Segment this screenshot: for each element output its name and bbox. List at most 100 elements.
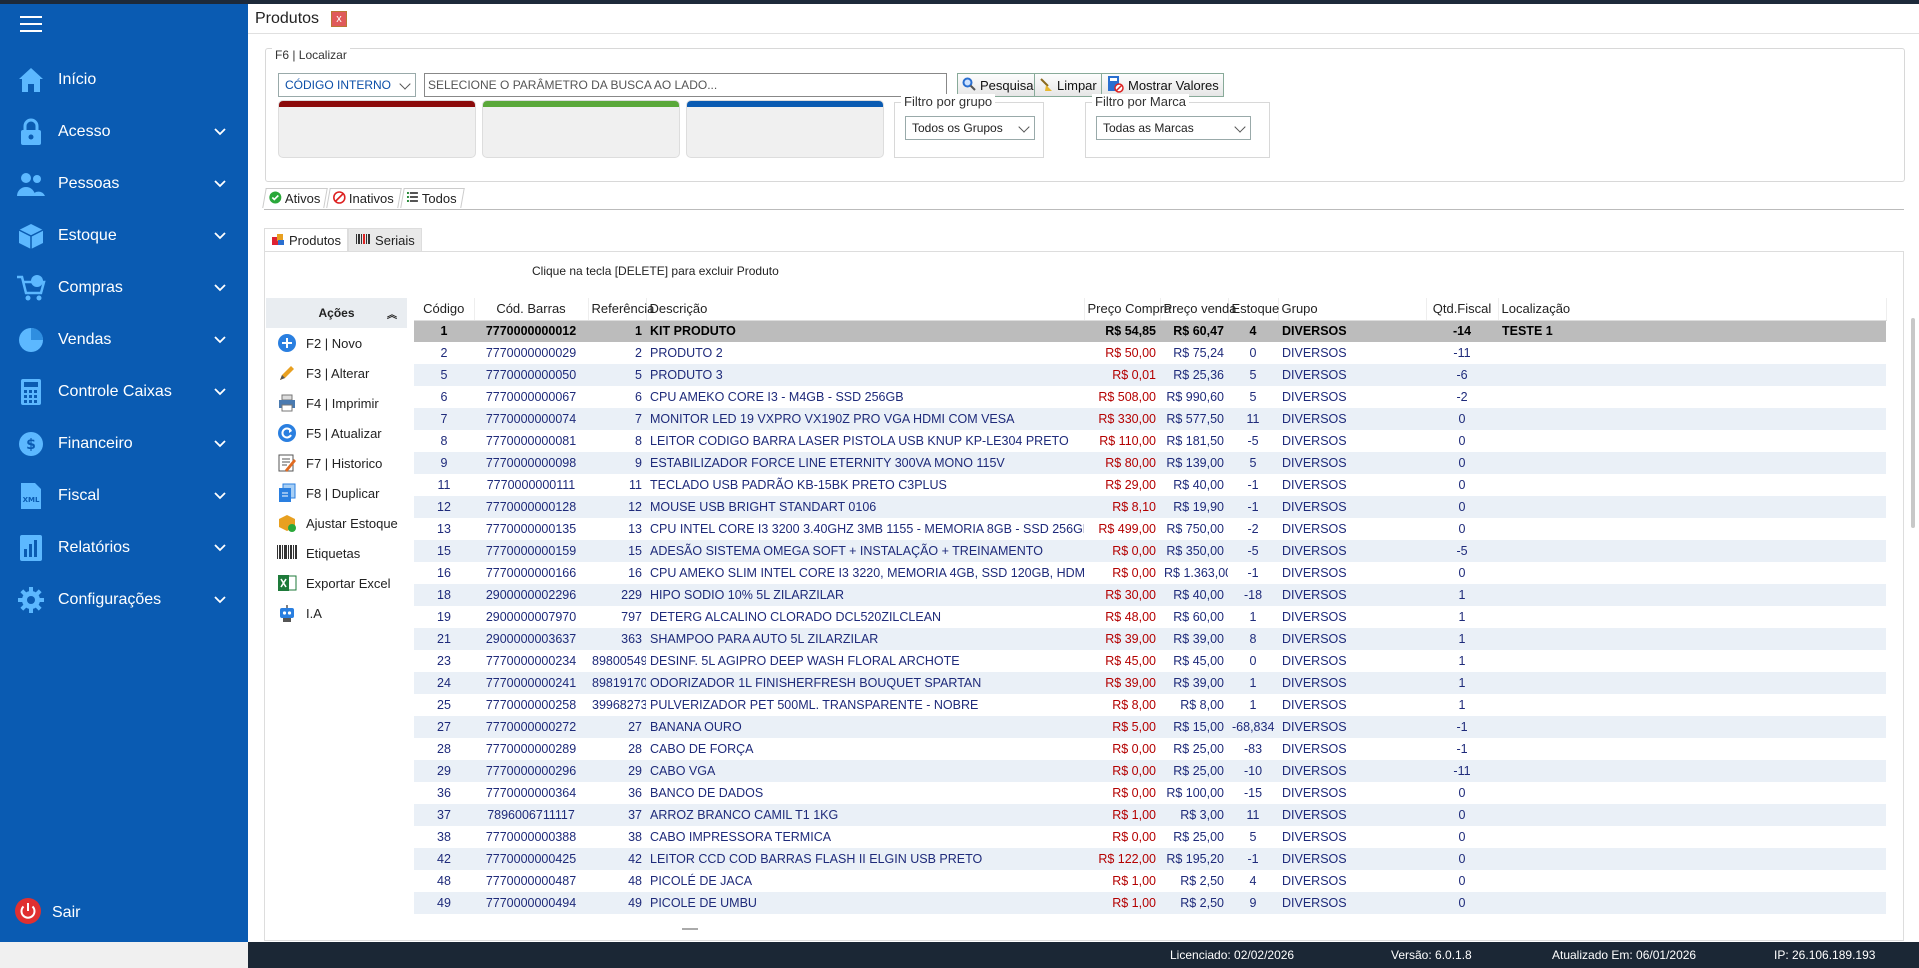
- horizontal-scrollbar[interactable]: [682, 928, 698, 930]
- table-row[interactable]: 18 2900000002296 229 HIPO SODIO 10% 5L ZILA…: [414, 584, 1886, 606]
- action-robot[interactable]: I.A: [266, 598, 407, 628]
- tab-ativos[interactable]: Ativos: [262, 188, 329, 208]
- sidebar-item-relatorios[interactable]: Relatórios: [0, 522, 248, 574]
- action-refresh[interactable]: F5 | Atualizar: [266, 418, 407, 448]
- table-row[interactable]: 8 7770000000081 8 LEITOR CODIGO BARRA LASER…: [414, 430, 1886, 452]
- action-history[interactable]: F7 | Historico: [266, 448, 407, 478]
- table-row[interactable]: 9 7770000000098 9 ESTABILIZADOR FORCE LINE …: [414, 452, 1886, 474]
- tab-produtos-list[interactable]: Produtos: [264, 228, 349, 252]
- table-row[interactable]: 48 7770000000487 48 PICOLÉ DE JACA R$ 1,00 R$…: [414, 870, 1886, 892]
- search-input[interactable]: SELECIONE O PARÂMETRO DA BUSCA AO LADO..…: [424, 73, 947, 97]
- table-row[interactable]: 2477700000002418981917012ODORIZADOR 1L F…: [414, 672, 1886, 694]
- action-label: F3 | Alterar: [306, 365, 370, 381]
- tab-inativos[interactable]: Inativos: [326, 188, 402, 208]
- table-row[interactable]: 15 7770000000159 15 ADESÃO SISTEMA OMEGA SO…: [414, 540, 1886, 562]
- table-row[interactable]: 21 2900000003637 363 SHAMPOO PARA AUTO 5L Z…: [414, 628, 1886, 650]
- table-row[interactable]: 1 7770000000012 1 KIT PRODUTO R$ 54,85 R$ 60,…: [414, 320, 1886, 342]
- action-pencil[interactable]: F3 | Alterar: [266, 358, 407, 388]
- cell-fiscal-qty: 0: [1426, 848, 1498, 870]
- sidebar-item-acesso[interactable]: Acesso: [0, 106, 248, 158]
- cell-sale-price: R$ 40,00: [1160, 584, 1228, 606]
- sidebar-item-estoque[interactable]: Estoque: [0, 210, 248, 262]
- table-row[interactable]: 23 7770000000234 8980054913 DESINF. 5L AGIP…: [414, 650, 1886, 672]
- exit-button[interactable]: Sair: [14, 897, 80, 928]
- cell-reference: 49: [588, 892, 646, 914]
- table-row[interactable]: 38 7770000000388 38 CABO IMPRESSORA TERMICA…: [414, 826, 1886, 848]
- collapse-icon[interactable]: ︽: [387, 306, 397, 321]
- tab-produtos[interactable]: Produtos: [255, 10, 319, 28]
- table-row[interactable]: 36 7770000000364 36 BANCO DE DADOS R$ 0,00 R$…: [414, 782, 1886, 804]
- cell-reference: 38: [628, 830, 642, 844]
- action-add[interactable]: F2 | Novo: [266, 328, 407, 358]
- brand-filter-select[interactable]: Todas as Marcas: [1096, 116, 1251, 140]
- cell-group: DIVERSOS: [1282, 390, 1347, 404]
- table-row[interactable]: 37 7896006711117 37 ARROZ BRANCO CAMIL T1 1…: [414, 804, 1886, 826]
- cell-purchase-price: R$ 0,00: [1112, 742, 1156, 756]
- table-row[interactable]: 25 7770000000258 3996827397 PULVERIZADOR PE…: [414, 694, 1886, 716]
- sidebar-item-pessoas[interactable]: Pessoas: [0, 158, 248, 210]
- table-row[interactable]: 5 7770000000050 5 PRODUTO 3 R$ 0,01 R$ 25,36 5…: [414, 364, 1886, 386]
- chevron-down-icon: [212, 436, 228, 452]
- chevron-down-icon: [1234, 121, 1246, 133]
- sidebar-item-compras[interactable]: Compras: [0, 262, 248, 314]
- vertical-scrollbar[interactable]: [1911, 318, 1915, 528]
- search-legend: F6 | Localizar: [272, 48, 350, 62]
- column-header-stock[interactable]: Estoque: [1228, 298, 1279, 321]
- column-header-sale-price[interactable]: Preço venda: [1160, 298, 1237, 321]
- tab-seriais[interactable]: Seriais: [348, 228, 422, 252]
- action-excel[interactable]: Exportar Excel: [266, 568, 407, 598]
- table-row[interactable]: 11 7770000000111 11 TECLADO USB PADRÃO KB-1…: [414, 474, 1886, 496]
- table-row[interactable]: 27 7770000000272 27 BANANA OURO R$ 5,00 R$ 15…: [414, 716, 1886, 738]
- actions-header[interactable]: Ações ︽: [266, 298, 407, 328]
- sidebar-item-fiscal[interactable]: XML Fiscal: [0, 470, 248, 522]
- status-tabs-divider: [264, 209, 1904, 210]
- cell-code: 27: [414, 716, 474, 738]
- tab-todos-label: Todos: [422, 191, 457, 206]
- table-row[interactable]: 29 7770000000296 29 CABO VGA R$ 0,00 R$ 25,00…: [414, 760, 1886, 782]
- cell-sale-price: R$ 181,50: [1166, 434, 1224, 448]
- table-row[interactable]: 6 7770000000067 6 CPU AMEKO CORE I3 - M4GB …: [414, 386, 1886, 408]
- action-duplicate[interactable]: F8 | Duplicar: [266, 478, 407, 508]
- cell-fiscal-qty: -11: [1453, 346, 1471, 360]
- cell-stock: 5: [1249, 830, 1257, 844]
- cell-purchase-price: R$ 29,00: [1105, 478, 1156, 492]
- table-row[interactable]: 28 7770000000289 28 CABO DE FORÇA R$ 0,00 R$ …: [414, 738, 1886, 760]
- cell-location: [1498, 430, 1886, 452]
- column-header-code[interactable]: Código: [414, 298, 475, 321]
- action-printer[interactable]: F4 | Imprimir: [266, 388, 407, 418]
- column-header-reference[interactable]: Referência: [588, 298, 654, 321]
- sidebar-item-vendas[interactable]: Vendas: [0, 314, 248, 366]
- cell-reference: 3996827397: [592, 698, 646, 712]
- svg-text:$: $: [26, 437, 36, 453]
- table-row[interactable]: 13 7770000000135 13 CPU INTEL CORE I3 3200 …: [414, 518, 1886, 540]
- action-label: F4 | Imprimir: [306, 395, 379, 411]
- tab-todos[interactable]: Todos: [400, 188, 465, 208]
- column-header-fiscal-qty[interactable]: Qtd.Fiscal: [1426, 298, 1499, 321]
- column-header-purchase-price[interactable]: Preço Compra: [1084, 298, 1171, 321]
- group-filter-value: Todos os Grupos: [912, 121, 1003, 135]
- table-row[interactable]: 7 7770000000074 7 MONITOR LED 19 VXPRO VX19…: [414, 408, 1886, 430]
- group-filter-select[interactable]: Todos os Grupos: [905, 116, 1035, 140]
- sidebar-item-financeiro[interactable]: $ Financeiro: [0, 418, 248, 470]
- search-parameter-select[interactable]: CÓDIGO INTERNO: [278, 73, 416, 97]
- sidebar-item-inicio[interactable]: Início: [0, 54, 248, 106]
- column-header-group[interactable]: Grupo: [1278, 298, 1427, 321]
- sidebar-item-configuracoes[interactable]: Configurações: [0, 574, 248, 626]
- table-row[interactable]: 19 2900000007970 797 DETERG ALCALINO CLORAD…: [414, 606, 1886, 628]
- table-row[interactable]: 49 7770000000494 49 PICOLE DE UMBU R$ 1,00 R$…: [414, 892, 1886, 914]
- action-stock-adjust[interactable]: Ajustar Estoque: [266, 508, 407, 538]
- cell-location: [1498, 496, 1886, 518]
- table-row[interactable]: 16 7770000000166 16 CPU AMEKO SLIM INTEL CO…: [414, 562, 1886, 584]
- tab-close-button[interactable]: x: [331, 10, 348, 27]
- table-row[interactable]: 42 7770000000425 42 LEITOR CCD COD BARRAS F…: [414, 848, 1886, 870]
- sidebar-nav: Início Acesso Pessoas Estoque Compras Vendas C…: [0, 54, 248, 626]
- cell-barcode: 7770000000364: [485, 786, 577, 800]
- column-header-description[interactable]: Descrição: [646, 298, 1085, 321]
- column-header-location[interactable]: Localização: [1498, 298, 1887, 321]
- action-barcode[interactable]: Etiquetas: [266, 538, 407, 568]
- table-row[interactable]: 2 7770000000029 2 PRODUTO 2 R$ 50,00 R$ 75,24…: [414, 342, 1886, 364]
- table-row[interactable]: 12 7770000000128 12 MOUSE USB BRIGHT STANDA…: [414, 496, 1886, 518]
- menu-toggle-icon[interactable]: [20, 16, 42, 34]
- sidebar-item-controle-caixas[interactable]: Controle Caixas: [0, 366, 248, 418]
- column-header-barcode[interactable]: Cód. Barras: [474, 298, 589, 321]
